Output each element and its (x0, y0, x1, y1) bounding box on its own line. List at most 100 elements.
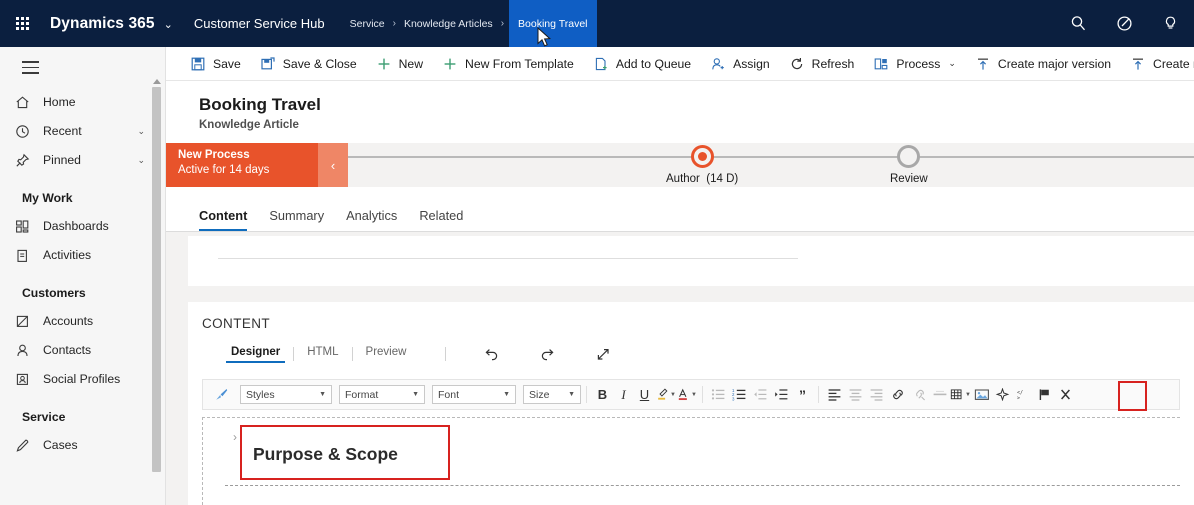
process-previous-stage-button[interactable]: ‹ (318, 143, 348, 187)
process-status: Active for 14 days (178, 164, 270, 176)
create-major-version-button[interactable]: Create major version (975, 56, 1111, 72)
breadcrumb-item-knowledge-articles[interactable]: Knowledge Articles (401, 18, 496, 30)
search-icon[interactable] (1068, 14, 1088, 34)
editor-tab-preview[interactable]: Preview (353, 346, 420, 363)
new-button[interactable]: New (376, 56, 423, 72)
chevron-down-icon: ▼ (503, 391, 510, 398)
insert-table-icon[interactable]: ▼ (950, 384, 971, 405)
editor-tab-designer[interactable]: Designer (218, 346, 293, 363)
insert-image-icon[interactable] (971, 384, 992, 405)
sidebar-item-home[interactable]: Home (0, 88, 165, 117)
brand-chevron-down-icon[interactable]: ⌄ (164, 18, 173, 31)
align-center-icon[interactable] (845, 384, 866, 405)
flag-icon[interactable] (1034, 384, 1055, 405)
stage-label: Review (890, 173, 928, 185)
save-and-close-button[interactable]: Save & Close (260, 56, 357, 72)
form-tab-list: Content Summary Analytics Related (166, 187, 1194, 232)
tab-content[interactable]: Content (199, 208, 258, 231)
command-label: Create major version (997, 56, 1112, 71)
sidebar-item-dashboards[interactable]: Dashboards (0, 212, 165, 241)
tab-analytics[interactable]: Analytics (335, 208, 408, 231)
top-navigation-bar: Dynamics 365 ⌄ Customer Service Hub Serv… (0, 0, 1194, 47)
insert-link-icon[interactable] (887, 384, 908, 405)
scroll-up-arrow-icon[interactable] (152, 79, 161, 84)
numbered-list-icon[interactable]: 123 (729, 384, 750, 405)
sidebar-item-accounts[interactable]: Accounts (0, 307, 165, 336)
app-launcher-icon[interactable] (0, 17, 44, 30)
add-to-queue-button[interactable]: Add to Queue (593, 56, 691, 72)
process-status-banner[interactable]: New Process Active for 14 days (166, 143, 318, 187)
stage-name: Author (666, 173, 700, 185)
quick-create-icon[interactable] (1114, 14, 1134, 34)
section-collapse-chevron-icon[interactable]: › (233, 430, 237, 444)
italic-icon[interactable]: I (613, 384, 634, 405)
breadcrumb-item-booking-travel[interactable]: Booking Travel (509, 0, 597, 47)
horizontal-rule-icon[interactable] (929, 384, 950, 405)
assistant-lightbulb-icon[interactable] (1160, 14, 1180, 34)
sidebar-item-activities[interactable]: Activities (0, 241, 165, 270)
bold-icon[interactable]: B (592, 384, 613, 405)
text-highlight-icon[interactable]: ▼ (655, 384, 676, 405)
assign-button[interactable]: Assign (710, 56, 770, 72)
sidebar-item-label: Dashboards (43, 219, 109, 234)
save-button[interactable]: Save (190, 56, 241, 72)
insert-sparkle-icon[interactable] (992, 384, 1013, 405)
contacts-icon (14, 342, 31, 359)
decrease-indent-icon[interactable] (750, 384, 771, 405)
sidebar-item-contacts[interactable]: Contacts (0, 336, 165, 365)
source-code-icon[interactable]: </> (1013, 384, 1034, 405)
blockquote-icon[interactable]: ” (792, 384, 813, 405)
expand-icon[interactable] (592, 345, 614, 363)
align-left-icon[interactable] (824, 384, 845, 405)
sidebar-item-pinned[interactable]: Pinned ⌄ (0, 146, 165, 175)
pin-icon (14, 152, 31, 169)
bulleted-list-icon[interactable] (708, 384, 729, 405)
activities-icon (14, 247, 31, 264)
chevron-down-icon: ▼ (568, 391, 575, 398)
editor-tab-html[interactable]: HTML (294, 346, 351, 363)
chevron-down-icon[interactable]: ⌄ (137, 155, 145, 166)
tab-summary[interactable]: Summary (258, 208, 335, 231)
sidebar-item-social-profiles[interactable]: Social Profiles (0, 365, 165, 394)
svg-text:3: 3 (732, 396, 735, 401)
underline-icon[interactable]: U (634, 384, 655, 405)
rich-text-editor-body[interactable]: › Purpose & Scope (202, 417, 1180, 505)
empty-field-input[interactable] (218, 258, 798, 259)
sidebar-item-recent[interactable]: Recent ⌄ (0, 117, 165, 146)
process-stage-author[interactable]: Author (14 D) (666, 143, 738, 185)
process-stage-review[interactable]: Review (890, 143, 928, 185)
create-minor-version-button[interactable]: Create minor (1130, 56, 1194, 72)
unlink-icon[interactable] (908, 384, 929, 405)
toolbar-divider (702, 386, 703, 403)
chevron-down-icon[interactable]: ⌄ (137, 126, 145, 137)
format-dropdown[interactable]: Format ▼ (339, 385, 425, 404)
new-from-template-button[interactable]: New From Template (442, 56, 574, 72)
sidebar-scrollbar[interactable] (152, 79, 161, 499)
refresh-button[interactable]: Refresh (789, 56, 854, 72)
command-bar: Save Save & Close New New From Template … (166, 47, 1194, 81)
font-color-icon[interactable]: ▼ (676, 384, 697, 405)
dropdown-label: Format (345, 388, 379, 401)
process-button[interactable]: Process ⌄ (873, 56, 956, 72)
purpose-and-scope-heading[interactable]: Purpose & Scope (253, 444, 398, 465)
undo-icon[interactable] (480, 345, 502, 363)
align-right-icon[interactable] (866, 384, 887, 405)
sidebar-item-cases[interactable]: Cases (0, 431, 165, 460)
command-label: Save & Close (282, 56, 357, 71)
plus-icon (442, 56, 458, 72)
size-dropdown[interactable]: Size ▼ (523, 385, 581, 404)
styles-dropdown[interactable]: Styles ▼ (240, 385, 332, 404)
page-title: Booking Travel (199, 95, 321, 114)
chevron-down-icon: ▼ (319, 391, 326, 398)
add-to-queue-icon (593, 56, 609, 72)
breadcrumb-item-service[interactable]: Service (347, 18, 388, 30)
format-painter-icon[interactable] (209, 387, 233, 402)
scrollbar-thumb[interactable] (152, 87, 161, 472)
collapse-toolbar-icon[interactable] (1055, 384, 1076, 405)
chevron-down-icon[interactable]: ⌄ (948, 58, 956, 69)
tab-related[interactable]: Related (408, 208, 474, 231)
redo-icon[interactable] (536, 345, 558, 363)
site-map-toggle[interactable] (0, 47, 165, 88)
increase-indent-icon[interactable] (771, 384, 792, 405)
font-dropdown[interactable]: Font ▼ (432, 385, 516, 404)
